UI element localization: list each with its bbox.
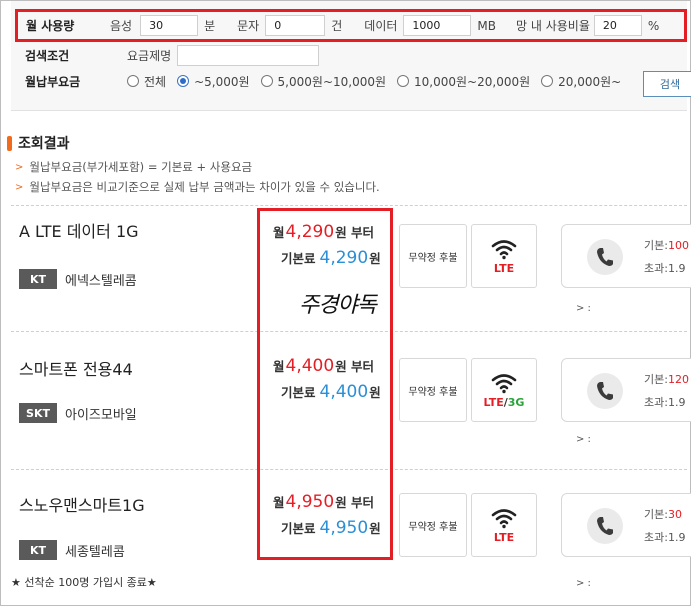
call-overage: 초과:1.9: [644, 396, 686, 409]
plan-name-input[interactable]: [177, 44, 320, 66]
carrier-tag: SKT: [19, 403, 57, 423]
search-condition-row: 검색조건 요금제명: [25, 43, 320, 67]
data-unit: MB: [477, 18, 496, 33]
carrier-tag: KT: [19, 269, 57, 289]
condition-label: 검색조건: [25, 48, 70, 63]
fee-radio-over-20000[interactable]: 20,000원~: [541, 73, 621, 90]
plan-name[interactable]: A LTE 데이터 1G: [19, 218, 139, 242]
company-name: 에넥스텔레콤: [65, 273, 137, 289]
data-input[interactable]: [403, 15, 472, 36]
call-info-box: 기본:30 초과:1.9: [561, 493, 691, 557]
results-title: 조회결과: [7, 133, 70, 153]
company-name: 아이즈모바일: [65, 407, 137, 423]
call-info-box: 기본:120 초과:1.9: [561, 358, 691, 422]
data-label: 데이터: [364, 19, 398, 33]
carrier-tag: KT: [19, 540, 57, 560]
phone-icon: [587, 239, 623, 275]
call-overage: 초과:1.9: [644, 262, 686, 275]
plan-name[interactable]: 스마트폰 전용44: [19, 356, 133, 380]
monthly-usage-row: 월 사용량 음성 분 문자 건 데이터 MB 망 내 사용비율 %: [15, 9, 687, 42]
commitment-type: 무약정 후불: [399, 358, 467, 422]
commitment-type: 무약정 후불: [399, 224, 467, 288]
radio-icon[interactable]: [260, 75, 273, 87]
more-link[interactable]: > :: [576, 303, 591, 314]
carrier-badge: SKT 아이즈모바일: [19, 403, 137, 423]
ratio-unit: %: [647, 18, 660, 33]
company-name: 세종텔레콤: [65, 544, 125, 560]
fee-filter-row: 월납부요금 전체 ~5,000원 5,000원~10,000원 10,000원~…: [25, 68, 632, 94]
carrier-badge: KT 세종텔레콤: [19, 540, 125, 560]
fee-radio-all[interactable]: 전체: [127, 73, 166, 90]
wifi-signal-icon: [491, 373, 517, 393]
watermark-text: 주경야독: [299, 293, 377, 318]
note-fee-formula: > 월납부요금(부가세포함) = 기본료 + 사용요금: [15, 160, 253, 174]
voice-input[interactable]: [140, 15, 199, 36]
network-box: LTE: [471, 224, 537, 288]
commitment-type: 무약정 후불: [399, 493, 467, 557]
promo-footnote: ★ 선착순 100명 가입시 종료★: [11, 576, 157, 589]
radio-icon[interactable]: [541, 75, 554, 87]
usage-label: 월 사용량: [26, 19, 75, 33]
radio-icon[interactable]: [397, 75, 410, 87]
fee-radio-5000-10000[interactable]: 5,000원~10,000원: [260, 73, 386, 90]
wifi-signal-icon: [491, 239, 517, 259]
plan-name[interactable]: 스노우맨스마트1G: [19, 492, 145, 516]
search-panel: 월 사용량 음성 분 문자 건 데이터 MB 망 내 사용비율 % 검색조건 요…: [11, 1, 691, 111]
wifi-signal-icon: [491, 508, 517, 528]
call-base: 기본:30: [644, 508, 682, 521]
sms-unit: 건: [331, 19, 343, 33]
network-type: LTE: [493, 261, 515, 275]
fee-radio-under-5000[interactable]: ~5,000원: [177, 73, 250, 90]
call-info-box: 기본:100 초과:1.9: [561, 224, 691, 288]
radio-selected-icon[interactable]: [177, 75, 190, 87]
more-link[interactable]: > :: [576, 578, 591, 589]
phone-icon: [587, 373, 623, 409]
search-button[interactable]: 검색: [643, 71, 691, 97]
chevron-right-icon: >: [15, 181, 24, 193]
note-disclaimer: > 월납부요금은 비교기준으로 실제 납부 금액과는 차이가 있을 수 있습니다.: [15, 180, 380, 194]
sms-label: 문자: [237, 19, 260, 33]
ratio-input[interactable]: [593, 15, 642, 36]
call-overage: 초과:1.9: [644, 531, 686, 544]
more-link[interactable]: > :: [576, 434, 591, 445]
call-base: 기본:100: [644, 239, 689, 252]
voice-unit: 분: [204, 19, 216, 33]
carrier-badge: KT 에넥스텔레콤: [19, 269, 137, 289]
chevron-right-icon: >: [15, 161, 24, 173]
phone-icon: [587, 508, 623, 544]
fee-radio-10000-20000[interactable]: 10,000원~20,000원: [397, 73, 530, 90]
ratio-label: 망 내 사용비율: [516, 19, 590, 33]
call-base: 기본:120: [644, 373, 689, 386]
title-accent-bar: [7, 135, 12, 151]
network-type: LTE: [493, 530, 515, 544]
voice-label: 음성: [110, 19, 133, 33]
network-type: LTE/3G: [483, 395, 525, 409]
network-box: LTE/3G: [471, 358, 537, 422]
fee-label: 월납부요금: [25, 74, 81, 89]
sms-input[interactable]: [265, 15, 326, 36]
plan-name-label: 요금제명: [127, 48, 172, 63]
radio-icon[interactable]: [127, 75, 139, 87]
highlight-frame: [257, 208, 393, 560]
network-box: LTE: [471, 493, 537, 557]
